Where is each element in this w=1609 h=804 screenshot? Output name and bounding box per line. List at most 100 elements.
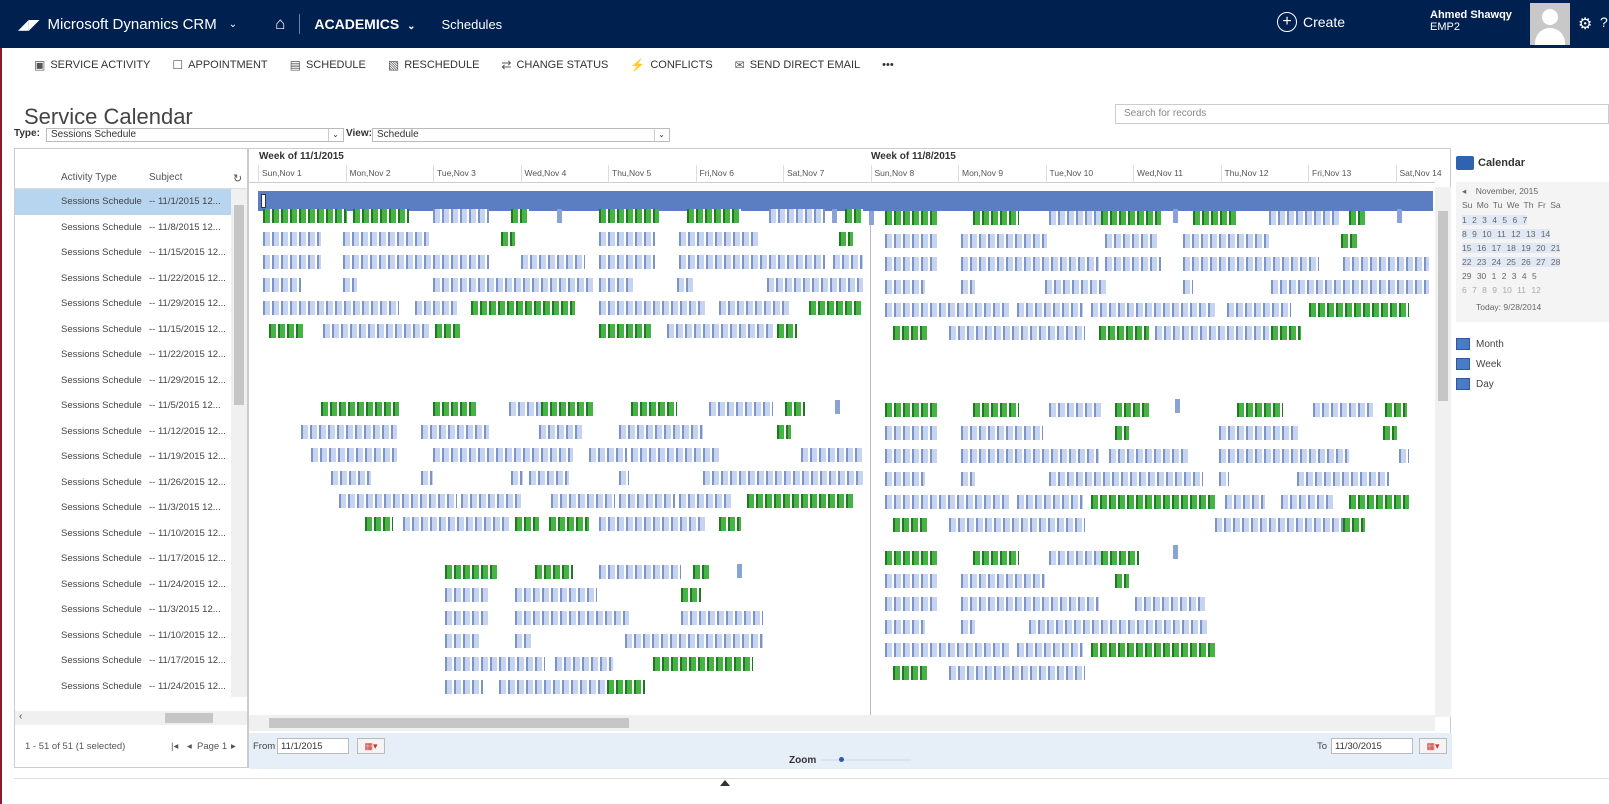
activity-block[interactable] xyxy=(885,620,925,634)
list-item[interactable]: Sessions Schedule -- 11/15/2015 12... xyxy=(15,240,231,266)
conflicts-button[interactable]: ⚡ CONFLICTS xyxy=(630,58,712,72)
activity-block[interactable] xyxy=(885,472,925,486)
view-select[interactable]: Schedule ⌄ xyxy=(372,128,670,142)
home-icon[interactable]: ⌂ xyxy=(275,14,285,34)
user-info[interactable]: Ahmed Shawqy EMP2 xyxy=(1430,9,1512,33)
activity-block[interactable] xyxy=(599,278,635,292)
activity-block[interactable] xyxy=(445,634,481,648)
activity-block[interactable] xyxy=(1049,551,1101,565)
activity-block[interactable] xyxy=(321,402,399,416)
activity-block[interactable] xyxy=(323,324,431,338)
activity-block[interactable] xyxy=(1183,257,1319,271)
activity-block[interactable] xyxy=(1115,574,1129,588)
activity-block[interactable] xyxy=(1115,403,1151,417)
activity-block[interactable] xyxy=(1349,211,1365,225)
list-item[interactable]: Sessions Schedule -- 11/1/2015 12... xyxy=(15,189,231,215)
activity-block[interactable] xyxy=(961,597,1099,611)
change-status-button[interactable]: ⇄ CHANGE STATUS xyxy=(501,58,608,72)
activity-block[interactable] xyxy=(667,324,773,338)
activity-block[interactable] xyxy=(1029,620,1207,634)
activity-block[interactable] xyxy=(973,551,1019,565)
activity-block[interactable] xyxy=(885,303,1009,317)
activity-block[interactable] xyxy=(511,471,523,485)
activity-block[interactable] xyxy=(619,494,675,508)
activity-block[interactable] xyxy=(1049,472,1203,486)
activity-marker[interactable] xyxy=(869,211,874,225)
activity-marker[interactable] xyxy=(261,194,266,208)
activity-block[interactable] xyxy=(1109,449,1189,463)
scroll-left-icon[interactable]: ‹ xyxy=(19,711,22,722)
activity-marker[interactable] xyxy=(1173,209,1178,223)
activity-block[interactable] xyxy=(1101,551,1139,565)
activity-block[interactable] xyxy=(1237,403,1283,417)
activity-block[interactable] xyxy=(263,209,347,223)
activity-block[interactable] xyxy=(885,234,939,248)
activity-block[interactable] xyxy=(311,448,397,462)
activity-block[interactable] xyxy=(631,402,677,416)
scrollbar-thumb[interactable] xyxy=(234,205,244,405)
activity-block[interactable] xyxy=(693,565,711,579)
list-item[interactable]: Sessions Schedule -- 11/5/2015 12... xyxy=(15,393,231,419)
activity-block[interactable] xyxy=(263,278,301,292)
activity-block[interactable] xyxy=(679,255,825,269)
today-label[interactable]: Today: 9/28/2014 xyxy=(1476,302,1541,312)
activity-block[interactable] xyxy=(445,680,483,694)
activity-block[interactable] xyxy=(679,232,759,246)
scrollbar-thumb[interactable] xyxy=(1438,211,1448,401)
activity-block[interactable] xyxy=(353,209,409,223)
activity-marker[interactable] xyxy=(1397,209,1402,223)
list-vertical-scrollbar[interactable] xyxy=(231,189,247,697)
subarea-link[interactable]: Schedules xyxy=(441,17,502,32)
activity-block[interactable] xyxy=(801,448,863,462)
activity-block[interactable] xyxy=(1017,303,1083,317)
activity-block[interactable] xyxy=(263,232,321,246)
activity-block[interactable] xyxy=(403,517,511,531)
activity-block[interactable] xyxy=(339,494,457,508)
activity-block[interactable] xyxy=(1313,403,1373,417)
activity-block[interactable] xyxy=(1045,280,1107,294)
activity-marker[interactable] xyxy=(835,400,840,414)
activity-block[interactable] xyxy=(501,232,515,246)
activity-block[interactable] xyxy=(435,324,461,338)
activity-block[interactable] xyxy=(653,657,753,671)
appointment-button[interactable]: ☐ APPOINTMENT xyxy=(172,58,267,72)
activity-block[interactable] xyxy=(445,657,545,671)
activity-block[interactable] xyxy=(1049,211,1101,225)
calendar-week[interactable]: 15 16 17 18 19 20 21 xyxy=(1462,243,1561,253)
activity-block[interactable] xyxy=(1183,280,1193,294)
prev-page-icon[interactable]: ◂ xyxy=(187,741,192,752)
activity-block[interactable] xyxy=(1341,234,1357,248)
activity-block[interactable] xyxy=(885,597,939,611)
calendar-week[interactable]: 6 7 8 9 10 11 12 xyxy=(1462,285,1541,295)
activity-block[interactable] xyxy=(541,402,595,416)
list-item[interactable]: Sessions Schedule -- 11/19/2015 12... xyxy=(15,444,231,470)
list-item[interactable]: Sessions Schedule -- 11/29/2015 12... xyxy=(15,368,231,394)
activity-block[interactable] xyxy=(1193,211,1237,225)
to-date-input[interactable]: 11/30/2015 xyxy=(1331,738,1413,754)
activity-block[interactable] xyxy=(681,588,701,602)
activity-block[interactable] xyxy=(599,324,653,338)
activity-block[interactable] xyxy=(301,425,397,439)
activity-block[interactable] xyxy=(1155,326,1269,340)
activity-marker[interactable] xyxy=(1175,399,1180,413)
activity-block[interactable] xyxy=(961,620,975,634)
activity-block[interactable] xyxy=(961,472,975,486)
list-item[interactable]: Sessions Schedule -- 11/8/2015 12... xyxy=(15,215,231,241)
list-item[interactable]: Sessions Schedule -- 11/3/2015 12... xyxy=(15,495,231,521)
area-menu[interactable]: ACADEMICS ⌄ xyxy=(314,16,415,32)
activity-block[interactable] xyxy=(973,211,1019,225)
search-input[interactable]: Search for records xyxy=(1115,104,1609,124)
activity-block[interactable] xyxy=(625,634,763,648)
activity-block[interactable] xyxy=(521,255,585,269)
activity-block[interactable] xyxy=(885,551,939,565)
activity-block[interactable] xyxy=(833,255,863,269)
activity-block[interactable] xyxy=(415,301,457,315)
activity-block[interactable] xyxy=(1017,495,1083,509)
activity-block[interactable] xyxy=(809,301,863,315)
activity-block[interactable] xyxy=(949,326,1085,340)
activity-block[interactable] xyxy=(885,403,939,417)
activity-block[interactable] xyxy=(511,209,529,223)
activity-block[interactable] xyxy=(961,449,1099,463)
column-header-activity-type[interactable]: Activity Type xyxy=(61,172,117,183)
activity-block[interactable] xyxy=(885,495,1009,509)
